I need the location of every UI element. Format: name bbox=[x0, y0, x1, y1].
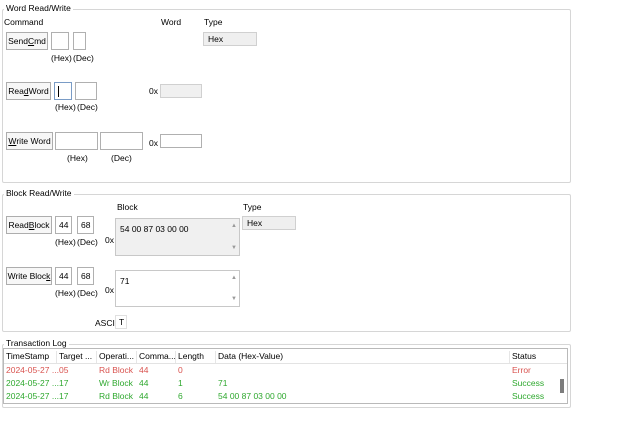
read-block-prefix: 0x bbox=[105, 235, 114, 245]
read-block-scrollbar[interactable]: ▲ ▼ bbox=[228, 219, 239, 255]
log-scrollbar[interactable] bbox=[558, 363, 566, 402]
cell-target: 05 bbox=[59, 365, 69, 375]
transaction-log-title: Transaction Log bbox=[4, 338, 69, 348]
send-cmd-button[interactable]: Send Cmd bbox=[6, 32, 48, 50]
read-word-value-field bbox=[160, 84, 202, 98]
scroll-up-icon[interactable]: ▲ bbox=[231, 223, 237, 229]
scroll-up-icon[interactable]: ▲ bbox=[231, 275, 237, 281]
write-block-data-area[interactable]: 71 ▲ ▼ bbox=[115, 270, 240, 307]
cell-status: Success bbox=[512, 391, 545, 401]
write-block-scrollbar[interactable]: ▲ ▼ bbox=[228, 271, 239, 306]
block-type-header: Type bbox=[243, 202, 262, 212]
cell-status: Success bbox=[512, 378, 545, 388]
word-type-select[interactable]: Hex bbox=[203, 32, 257, 46]
column-header-data[interactable]: Data (Hex-Value) bbox=[216, 351, 510, 363]
send-cmd-hex-label: (Hex) bbox=[51, 53, 72, 63]
table-row[interactable]: 2024-05-27 ... 17 Wr Block 44 1 71 Succe… bbox=[4, 377, 567, 390]
block-type-value: Hex bbox=[247, 218, 263, 228]
write-block-prefix: 0x bbox=[105, 285, 114, 295]
write-block-hex-label: (Hex) bbox=[55, 288, 76, 298]
write-word-dec-input[interactable] bbox=[100, 132, 143, 150]
cell-timestamp: 2024-05-27 ... bbox=[6, 391, 59, 401]
write-block-hex-input[interactable]: 44 bbox=[55, 267, 72, 285]
column-header-operation[interactable]: Operati... bbox=[97, 351, 137, 363]
read-block-data-text: 54 00 87 03 00 00 bbox=[120, 224, 189, 234]
send-cmd-hex-input[interactable] bbox=[51, 32, 69, 50]
block-read-write-group bbox=[2, 194, 571, 332]
cell-data: 54 00 87 03 00 00 bbox=[218, 391, 287, 401]
cell-target: 17 bbox=[59, 391, 69, 401]
table-row[interactable]: 2024-05-27 ... 17 Rd Block 44 6 54 00 87… bbox=[4, 390, 567, 403]
word-group-title: Word Read/Write bbox=[4, 3, 73, 13]
read-block-hex-label: (Hex) bbox=[55, 237, 76, 247]
read-word-dec-input[interactable] bbox=[75, 82, 97, 100]
write-word-prefix: 0x bbox=[149, 138, 158, 148]
block-header: Block bbox=[117, 202, 138, 212]
ascii-field: T bbox=[115, 315, 127, 329]
column-header-target[interactable]: Target ... bbox=[57, 351, 97, 363]
block-type-select[interactable]: Hex bbox=[242, 216, 296, 230]
write-word-dec-label: (Dec) bbox=[111, 153, 132, 163]
word-header: Word bbox=[161, 17, 182, 27]
read-word-hex-label: (Hex) bbox=[55, 102, 76, 112]
read-word-dec-label: (Dec) bbox=[77, 102, 98, 112]
cell-command: 44 bbox=[139, 391, 149, 401]
read-word-button[interactable]: Rea d Word bbox=[6, 82, 51, 100]
cell-length: 0 bbox=[178, 365, 183, 375]
write-word-hex-input[interactable] bbox=[55, 132, 98, 150]
cell-length: 1 bbox=[178, 378, 183, 388]
send-cmd-dec-label: (Dec) bbox=[73, 53, 94, 63]
ascii-label: ASCII bbox=[95, 318, 118, 328]
write-block-button[interactable]: Write Bloc k bbox=[6, 267, 52, 285]
cell-operation: Rd Block bbox=[99, 391, 134, 401]
write-word-button[interactable]: Write Word bbox=[6, 132, 53, 150]
log-scrollbar-thumb[interactable] bbox=[560, 379, 564, 393]
text-caret bbox=[58, 85, 59, 97]
column-header-length[interactable]: Length bbox=[176, 351, 216, 363]
word-type-value: Hex bbox=[208, 34, 224, 44]
column-header-command[interactable]: Comma... bbox=[137, 351, 176, 363]
column-header-status[interactable]: Status bbox=[510, 351, 559, 363]
read-word-hex-input[interactable] bbox=[54, 82, 72, 100]
read-word-prefix: 0x bbox=[149, 86, 158, 96]
read-block-hex-input[interactable]: 44 bbox=[55, 216, 72, 234]
table-row[interactable]: 2024-05-27 ... 05 Rd Block 44 0 Error bbox=[4, 364, 567, 377]
block-group-title: Block Read/Write bbox=[4, 188, 74, 198]
write-word-value-input[interactable] bbox=[160, 134, 202, 148]
cell-operation: Wr Block bbox=[99, 378, 133, 388]
cell-command: 44 bbox=[139, 365, 149, 375]
type-header: Type bbox=[204, 17, 223, 27]
cell-length: 6 bbox=[178, 391, 183, 401]
command-header: Command bbox=[4, 17, 44, 27]
scroll-down-icon[interactable]: ▼ bbox=[231, 245, 237, 251]
send-cmd-dec-input[interactable] bbox=[73, 32, 86, 50]
read-block-button[interactable]: Read Block bbox=[6, 216, 52, 234]
read-block-dec-input[interactable]: 68 bbox=[77, 216, 94, 234]
cell-target: 17 bbox=[59, 378, 69, 388]
cell-timestamp: 2024-05-27 ... bbox=[6, 365, 59, 375]
write-word-hex-label: (Hex) bbox=[67, 153, 88, 163]
column-header-timestamp[interactable]: TimeStamp bbox=[4, 351, 57, 363]
cell-timestamp: 2024-05-27 ... bbox=[6, 378, 59, 388]
transaction-log-table[interactable]: TimeStamp Target ... Operati... Comma...… bbox=[3, 348, 568, 404]
cell-status: Error bbox=[512, 365, 531, 375]
cell-command: 44 bbox=[139, 378, 149, 388]
read-block-data-area: 54 00 87 03 00 00 ▲ ▼ bbox=[115, 218, 240, 256]
read-block-dec-label: (Dec) bbox=[77, 237, 98, 247]
cell-data: 71 bbox=[218, 378, 228, 388]
write-block-dec-input[interactable]: 68 bbox=[77, 267, 94, 285]
write-block-data-text: 71 bbox=[120, 276, 130, 286]
table-header: TimeStamp Target ... Operati... Comma...… bbox=[4, 349, 567, 364]
write-block-dec-label: (Dec) bbox=[77, 288, 98, 298]
cell-operation: Rd Block bbox=[99, 365, 134, 375]
scroll-down-icon[interactable]: ▼ bbox=[231, 296, 237, 302]
